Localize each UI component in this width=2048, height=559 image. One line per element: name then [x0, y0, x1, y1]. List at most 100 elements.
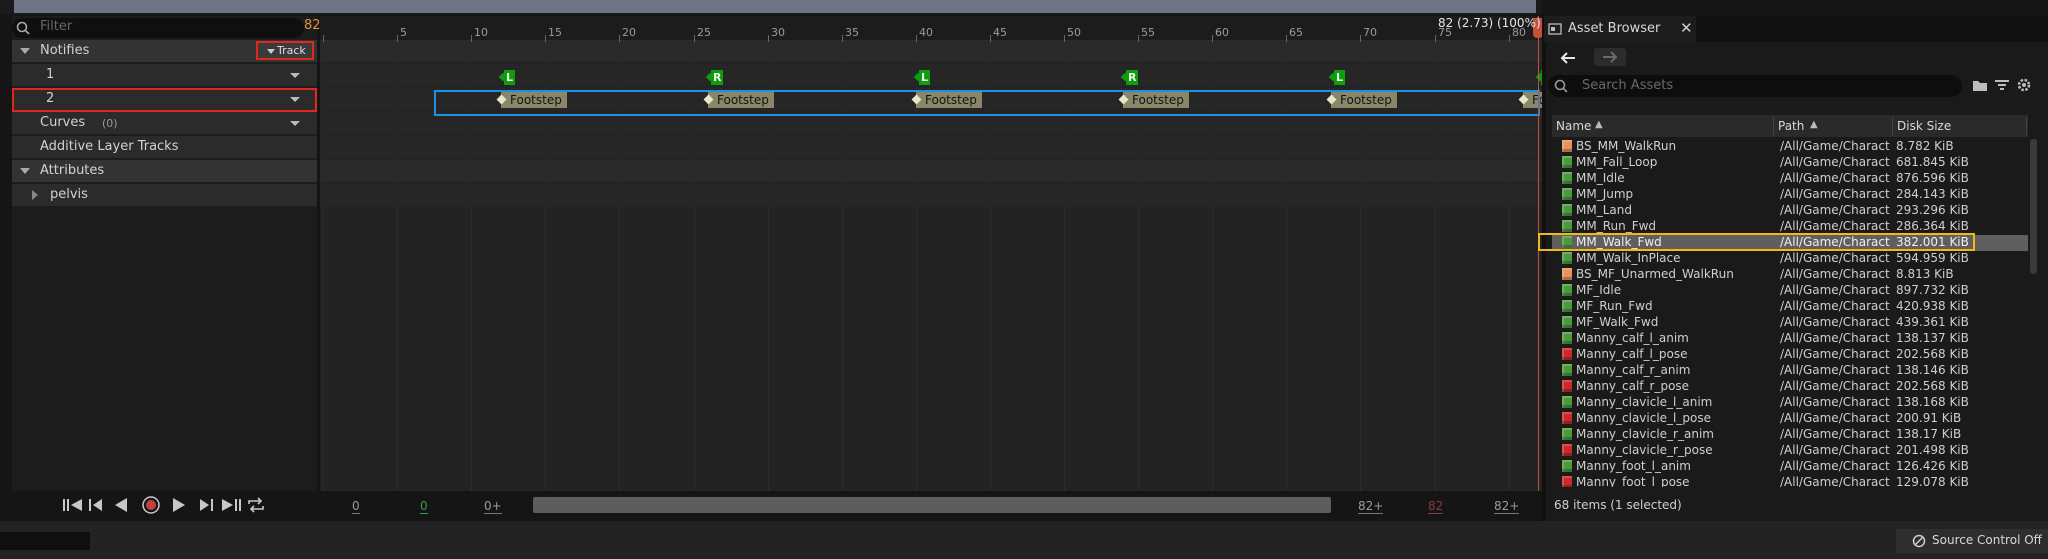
column-divider[interactable]: [1773, 117, 1774, 135]
animation-asset-icon: [1562, 284, 1572, 296]
asset-row[interactable]: Manny_clavicle_l_anim/All/Game/Charact 13…: [1552, 395, 2028, 411]
asset-row[interactable]: MM_Jump/All/Game/Charact 284.143 KiB: [1552, 187, 2028, 203]
timeline-scrollbar[interactable]: [533, 497, 1331, 513]
notify-selection-highlight: [434, 90, 1540, 116]
collapse-arrow-icon[interactable]: [20, 48, 30, 54]
asset-row[interactable]: BS_MM_WalkRun/All/Game/Charact 8.782 KiB: [1552, 139, 2028, 155]
sync-marker[interactable]: L: [1334, 70, 1346, 85]
animation-asset-icon: [1562, 332, 1572, 344]
ruler-tick-label: 25: [697, 26, 711, 39]
additive-layer-tracks-header[interactable]: Additive Layer Tracks: [12, 136, 317, 158]
view-start-frame[interactable]: 0: [352, 499, 360, 514]
asset-path: /All/Game/Charact: [1780, 315, 1890, 329]
back-button[interactable]: [1554, 48, 1582, 68]
asset-list-scrollbar[interactable]: [2030, 139, 2037, 274]
asset-row[interactable]: Manny_foot_l_anim/All/Game/Charact 126.42…: [1552, 459, 2028, 475]
playback-end-frame[interactable]: 82+: [1358, 499, 1384, 514]
track-button-label: Track: [277, 44, 306, 57]
asset-row[interactable]: Manny_calf_l_pose/All/Game/Charact 202.56…: [1552, 347, 2028, 363]
asset-path: /All/Game/Charact: [1780, 379, 1890, 393]
asset-browser-tab[interactable]: Asset Browser ✕: [1544, 16, 1696, 42]
asset-row[interactable]: Manny_calf_r_pose/All/Game/Charact 202.56…: [1552, 379, 2028, 395]
ruler-tick-label: 40: [919, 26, 933, 39]
asset-row[interactable]: MM_Idle/All/Game/Charact 876.596 KiB: [1552, 171, 2028, 187]
curves-track-header[interactable]: Curves (0): [12, 112, 317, 134]
asset-row[interactable]: MM_Walk_InPlace/All/Game/Charact 594.959 …: [1552, 251, 2028, 267]
notifies-timeline-row: [320, 40, 1542, 62]
asset-path: /All/Game/Charact: [1780, 395, 1890, 409]
asset-row[interactable]: Manny_clavicle_r_anim/All/Game/Charact 13…: [1552, 427, 2028, 443]
notifies-label: Notifies: [40, 43, 90, 58]
asset-path: /All/Game/Charact: [1780, 331, 1890, 345]
column-path-header[interactable]: Path: [1778, 119, 1804, 133]
ruler-tick-label: 60: [1215, 26, 1229, 39]
column-divider[interactable]: [1892, 117, 1893, 135]
step-forward-icon[interactable]: [198, 497, 214, 513]
curves-label: Curves: [40, 115, 86, 130]
pose-asset-icon: [1562, 444, 1572, 456]
pose-asset-icon: [1562, 380, 1572, 392]
curves-options-icon[interactable]: [290, 121, 300, 126]
forward-button[interactable]: [1594, 48, 1626, 66]
sync-marker[interactable]: L: [504, 70, 516, 85]
asset-row[interactable]: MF_Walk_Fwd/All/Game/Charact 439.361 KiB: [1552, 315, 2028, 331]
notifies-track-header[interactable]: Notifies Track: [12, 40, 317, 62]
play-icon[interactable]: [172, 497, 186, 513]
filter-icon[interactable]: [1994, 78, 2010, 92]
tick-mark: [1435, 35, 1436, 42]
asset-row[interactable]: Manny_foot_l_pose/All/Game/Charact 129.07…: [1552, 475, 2028, 487]
collapse-arrow-icon[interactable]: [20, 168, 30, 174]
pelvis-attribute[interactable]: pelvis: [12, 184, 317, 206]
tick-mark: [1509, 35, 1510, 42]
console-input[interactable]: [0, 532, 90, 550]
close-tab-icon[interactable]: ✕: [1680, 19, 1693, 37]
asset-row[interactable]: MF_Idle/All/Game/Charact 897.732 KiB: [1552, 283, 2028, 299]
asset-row[interactable]: Manny_calf_l_anim/All/Game/Charact 138.13…: [1552, 331, 2028, 347]
asset-row[interactable]: Manny_clavicle_l_pose/All/Game/Charact 20…: [1552, 411, 2028, 427]
ruler-tick-label: 30: [771, 26, 785, 39]
asset-path: /All/Game/Charact: [1780, 443, 1890, 457]
asset-row[interactable]: Manny_clavicle_r_pose/All/Game/Charact 20…: [1552, 443, 2028, 459]
folder-icon[interactable]: [1972, 78, 1988, 92]
working-end-frame[interactable]: 82: [1428, 499, 1444, 514]
track-button[interactable]: Track: [256, 41, 314, 60]
sync-marker[interactable]: R: [711, 70, 724, 85]
asset-row[interactable]: Manny_calf_r_anim/All/Game/Charact 138.14…: [1552, 363, 2028, 379]
expand-arrow-icon[interactable]: [32, 190, 38, 200]
asset-size: 202.568 KiB: [1896, 347, 1969, 361]
asset-path: /All/Game/Charact: [1780, 187, 1890, 201]
tick-mark: [397, 35, 398, 42]
animation-asset-icon: [1562, 204, 1572, 216]
working-start-frame[interactable]: 0: [420, 499, 428, 514]
step-back-icon[interactable]: [88, 497, 104, 513]
record-icon[interactable]: [142, 496, 160, 514]
tick-mark: [1138, 35, 1139, 42]
filter-input[interactable]: Filter: [12, 18, 304, 38]
tick-mark: [842, 35, 843, 42]
column-divider[interactable]: [2026, 117, 2027, 135]
asset-row[interactable]: BS_MF_Unarmed_WalkRun/All/Game/Charact 8.…: [1552, 267, 2028, 283]
playhead[interactable]: [1538, 16, 1539, 491]
asset-row[interactable]: MM_Fall_Loop/All/Game/Charact 681.845 KiB: [1552, 155, 2028, 171]
playback-start-frame[interactable]: 0+: [484, 499, 502, 514]
view-end-frame[interactable]: 82+: [1494, 499, 1520, 514]
column-name-header[interactable]: Name: [1556, 119, 1591, 133]
source-control-button[interactable]: Source Control Off: [1896, 529, 2048, 553]
settings-gear-icon[interactable]: [2016, 77, 2032, 93]
attributes-header[interactable]: Attributes: [12, 160, 317, 182]
asset-row[interactable]: MF_Run_Fwd/All/Game/Charact 420.938 KiB: [1552, 299, 2028, 315]
ruler-tick-label: 10: [474, 26, 488, 39]
skip-to-end-icon[interactable]: [220, 497, 242, 513]
no-entry-icon: [1912, 534, 1926, 548]
notify-track-1[interactable]: 1: [12, 64, 317, 86]
asset-search-input[interactable]: Search Assets: [1548, 75, 1962, 97]
loop-icon[interactable]: [246, 496, 266, 514]
asset-row[interactable]: MM_Land/All/Game/Charact 293.296 KiB: [1552, 203, 2028, 219]
sync-marker[interactable]: L: [919, 70, 931, 85]
sync-marker[interactable]: R: [1126, 70, 1139, 85]
play-reverse-icon[interactable]: [114, 497, 128, 513]
column-size-header[interactable]: Disk Size: [1897, 119, 1951, 133]
asset-size: 286.364 KiB: [1896, 219, 1969, 233]
skip-to-start-icon[interactable]: [62, 497, 84, 513]
track-options-icon[interactable]: [290, 73, 300, 78]
